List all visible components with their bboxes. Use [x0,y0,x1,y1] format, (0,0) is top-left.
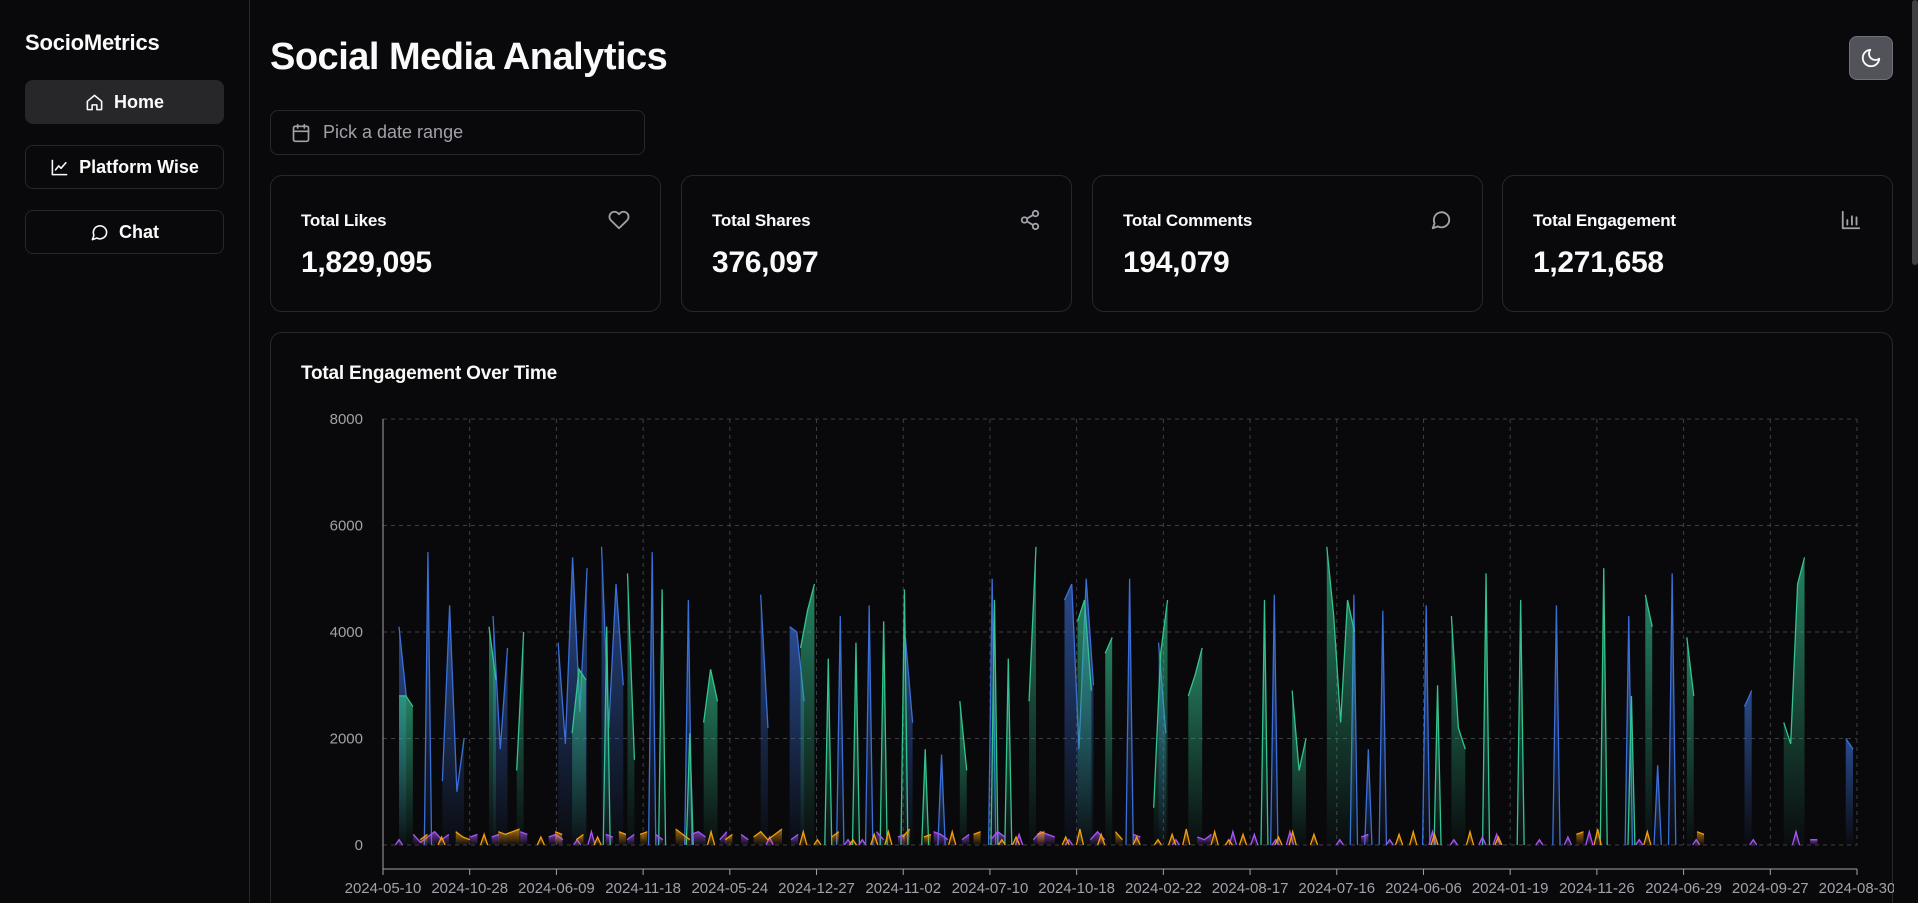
y-tick-label: 6000 [330,518,363,535]
y-tick-label: 0 [355,837,363,854]
stat-label: Total Likes [301,211,387,230]
stat-value: 194,079 [1123,246,1230,279]
nav-platform-wise-label: Platform Wise [79,156,199,177]
x-tick-label: 2024-05-24 [691,880,768,897]
series-area-segment [442,605,465,845]
stat-card-engagement: Total Engagement 1,271,658 [1502,175,1893,312]
stat-label: Total Comments [1123,211,1253,230]
stat-card-shares: Total Shares 376,097 [681,175,1072,312]
series-area-segment [760,594,768,845]
home-icon [86,94,103,110]
share-icon [1020,209,1040,231]
nav-platform-wise-button[interactable]: Platform Wise [25,145,224,189]
nav-home-label: Home [113,91,164,112]
series-area-segment [1744,690,1752,845]
x-tick-label: 2024-06-06 [1385,880,1462,897]
message-circle-icon [91,224,108,240]
engagement-chart: 0 2000 4000 6000 8000 2024-05-10 2024-10-28 202… [330,411,1894,897]
stat-value: 1,271,658 [1533,246,1664,279]
page-scrollbar[interactable] [1912,0,1918,265]
line-chart-icon [51,159,68,175]
x-tick-label: 2024-08-30 [1819,880,1894,897]
stat-value: 376,097 [712,246,819,279]
stat-label: Total Engagement [1533,211,1676,230]
series-area-segment [1153,600,1168,845]
engagement-chart-card: Total Engagement Over Time 0 2000 4000 6000… [270,332,1894,903]
series-area-segment [1105,637,1113,845]
sidebar: SocioMetrics Home Platform Wise Chat [0,0,250,903]
series-area-segment [1810,839,1818,845]
x-tick-label: 2024-11-02 [865,880,941,897]
theme-toggle-button[interactable] [1849,36,1893,80]
brand-logo-text: SocioMetrics [25,30,160,55]
stat-card-likes: Total Likes 1,829,095 [270,175,661,312]
series-area-segment [959,701,967,845]
series-area-segment [1845,738,1853,845]
x-tick-label: 2024-09-27 [1732,880,1809,897]
x-tick-label: 2024-10-18 [1038,880,1115,897]
bar-chart-icon [1841,210,1861,230]
series-area-segment [703,669,718,845]
nav-home-button[interactable]: Home [25,80,224,124]
y-tick-label: 4000 [330,624,363,641]
stat-value: 1,829,095 [301,246,432,279]
x-tick-label: 2024-11-26 [1559,880,1635,897]
x-tick-label: 2024-11-18 [605,880,681,897]
x-tick-label: 2024-05-10 [345,880,422,897]
series-area-segment [1188,647,1203,845]
date-range-placeholder: Pick a date range [323,122,464,142]
series-area-segment [800,584,815,845]
series-area-segment [1783,557,1805,845]
x-tick-label: 2024-01-19 [1472,880,1549,897]
heart-icon [608,210,630,230]
stat-label: Total Shares [712,211,811,230]
x-tick-label: 2024-12-27 [778,880,855,897]
series-area-segment [1029,546,1036,845]
stat-card-comments: Total Comments 194,079 [1092,175,1483,312]
page-title: Social Media Analytics [270,36,668,78]
x-tick-label: 2024-06-09 [518,880,595,897]
x-tick-label: 2024-07-16 [1298,880,1375,897]
y-tick-label: 8000 [330,411,363,428]
series-area-segment [1645,594,1653,845]
moon-icon [1861,48,1881,68]
x-tick-label: 2024-06-29 [1645,880,1722,897]
x-tick-label: 2024-08-17 [1212,880,1289,897]
x-tick-label: 2024-02-22 [1125,880,1202,897]
x-tick-label: 2024-07-10 [952,880,1029,897]
y-tick-label: 2000 [330,731,363,748]
nav-chat-label: Chat [119,221,159,242]
calendar-icon [292,123,310,142]
nav-chat-button[interactable]: Chat [25,210,224,254]
series-area-segment [399,695,413,845]
x-tick-label: 2024-10-28 [431,880,508,897]
date-range-picker[interactable]: Pick a date range [270,110,645,155]
comment-icon [1431,211,1451,230]
